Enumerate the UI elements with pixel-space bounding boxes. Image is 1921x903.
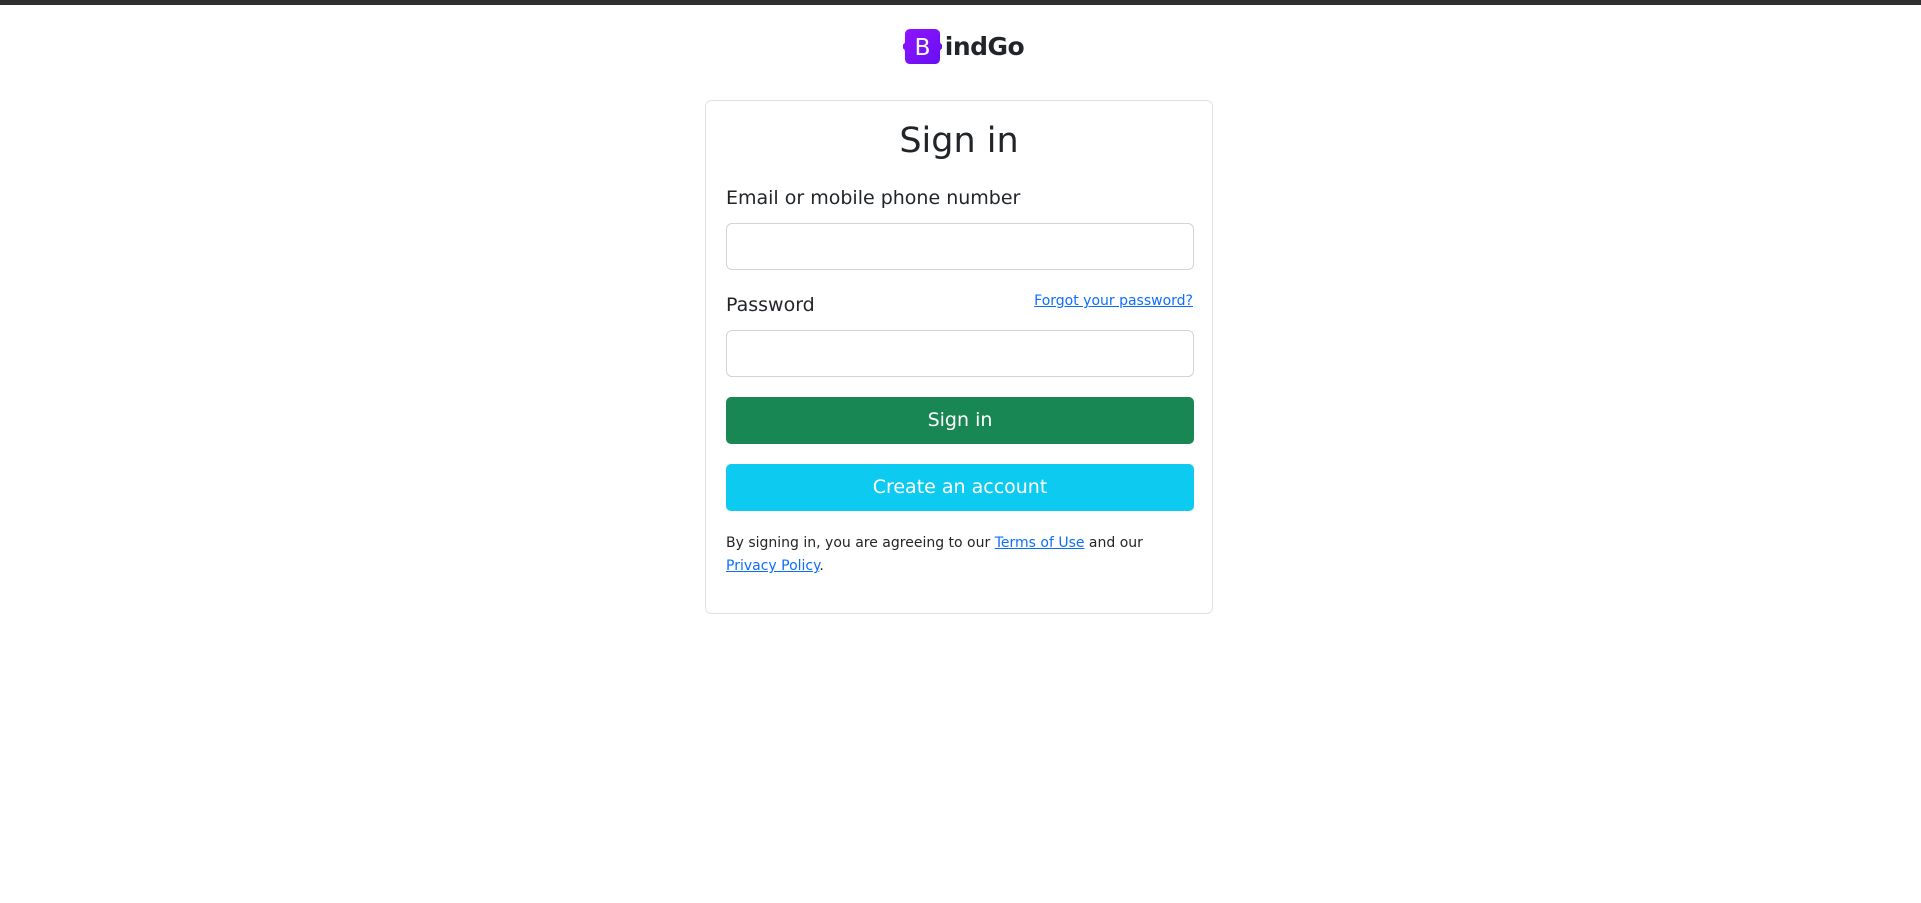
brand-header: B indGo xyxy=(0,27,1921,66)
bootstrap-logo-icon: B xyxy=(902,28,942,65)
signin-card: Sign in Email or mobile phone number Pas… xyxy=(705,100,1213,614)
create-account-button[interactable]: Create an account xyxy=(726,464,1194,511)
brand-link[interactable]: B indGo xyxy=(902,27,1025,66)
signin-button[interactable]: Sign in xyxy=(726,397,1194,444)
page-title: Sign in xyxy=(899,121,1019,161)
email-field[interactable] xyxy=(726,223,1194,270)
password-field[interactable] xyxy=(726,330,1194,377)
logo-letter: B xyxy=(914,33,930,61)
brand-name: indGo xyxy=(944,32,1025,61)
forgot-password-link[interactable]: Forgot your password? xyxy=(1034,293,1193,309)
privacy-policy-link[interactable]: Privacy Policy xyxy=(726,558,819,574)
window-top-bar xyxy=(0,0,1921,5)
terms-of-use-link[interactable]: Terms of Use xyxy=(995,535,1085,551)
password-label: Password xyxy=(726,294,815,316)
email-label: Email or mobile phone number xyxy=(726,187,1021,209)
legal-suffix: . xyxy=(819,558,824,574)
legal-middle: and our xyxy=(1084,535,1143,551)
legal-prefix: By signing in, you are agreeing to our xyxy=(726,535,995,551)
legal-notice: By signing in, you are agreeing to our T… xyxy=(726,532,1194,578)
